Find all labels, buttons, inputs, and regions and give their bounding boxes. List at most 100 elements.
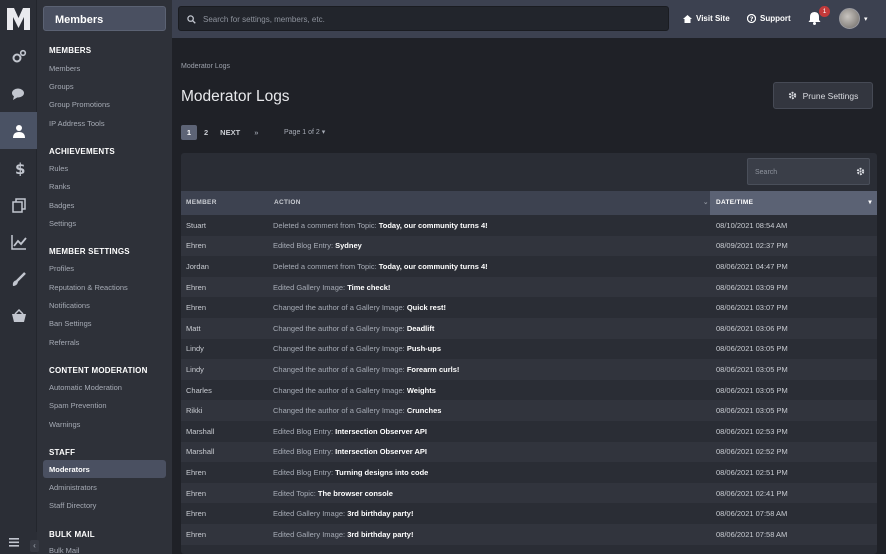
search-placeholder: Search for settings, members, etc. xyxy=(203,15,325,24)
table-row[interactable]: Jordan Deleted a comment from Topic: Toda… xyxy=(181,256,877,277)
column-action[interactable]: ACTION xyxy=(274,191,704,215)
row-action: Edited Blog Entry: Turning designs into … xyxy=(273,468,428,477)
row-member[interactable]: Ehren xyxy=(186,489,206,498)
support-link[interactable]: ? Support xyxy=(747,14,791,23)
table-row[interactable]: Matt Changed the author of a Gallery Imag… xyxy=(181,317,877,339)
sidebar-item-notifications[interactable]: Notifications xyxy=(49,301,90,310)
sidebar-item-referrals[interactable]: Referrals xyxy=(49,338,79,347)
row-member[interactable]: Ehren xyxy=(186,241,206,250)
row-member[interactable]: Lindy xyxy=(186,365,204,374)
dollar-icon[interactable]: $ xyxy=(0,149,37,186)
table-row[interactable]: Marshall Edited Blog Entry: Intersection … xyxy=(181,441,877,463)
table-row[interactable]: Charles Changed the author of a Gallery I… xyxy=(181,379,877,401)
sidebar-item-moderators[interactable]: Moderators xyxy=(43,460,166,478)
row-member[interactable]: Rikki xyxy=(186,406,202,415)
row-action-subject[interactable]: Time check! xyxy=(347,283,390,292)
sidebar-item-profiles[interactable]: Profiles xyxy=(49,264,74,273)
table-row[interactable]: Lindy Changed the author of a Gallery Ima… xyxy=(181,338,877,360)
table-row[interactable]: Marshall Edited Blog Entry: Intersection … xyxy=(181,420,877,442)
page-jump-dropdown[interactable]: Page 1 of 2 ▾ xyxy=(284,128,325,136)
row-action-subject[interactable]: The browser console xyxy=(318,489,393,498)
row-member[interactable]: Marshall xyxy=(186,447,214,456)
row-action-subject[interactable]: Crunches xyxy=(407,406,442,415)
row-member[interactable]: Ehren xyxy=(186,468,206,477)
row-member[interactable]: Lindy xyxy=(186,344,204,353)
sidebar-item-reputation[interactable]: Reputation & Reactions xyxy=(49,283,128,292)
page-2-button[interactable]: 2 xyxy=(204,128,208,137)
row-member[interactable]: Stuart xyxy=(186,221,206,230)
visit-site-link[interactable]: Visit Site xyxy=(683,14,730,23)
row-action-subject[interactable]: Today, our community turns 4! xyxy=(379,262,488,271)
settings-gears-icon[interactable] xyxy=(0,38,37,75)
prune-settings-button[interactable]: Prune Settings xyxy=(773,82,873,109)
sidebar-item-members[interactable]: Members xyxy=(49,64,80,73)
chat-icon[interactable] xyxy=(0,75,37,112)
table-row[interactable]: Rikki Changed the author of a Gallery Ima… xyxy=(181,400,877,421)
row-action-subject[interactable]: Push-ups xyxy=(407,344,441,353)
sidebar-item-rules[interactable]: Rules xyxy=(49,164,68,173)
chart-icon[interactable] xyxy=(0,223,37,260)
sidebar-item-automatic-moderation[interactable]: Automatic Moderation xyxy=(49,383,122,392)
table-row[interactable]: Lindy Changed the author of a Gallery Ima… xyxy=(181,359,877,380)
sidebar-item-warnings[interactable]: Warnings xyxy=(49,420,80,429)
sidebar-item-ranks[interactable]: Ranks xyxy=(49,182,70,191)
table-row[interactable]: Ehren Changed the author of a Gallery Ima… xyxy=(181,297,877,318)
copy-icon[interactable] xyxy=(0,186,37,223)
next-page-button[interactable]: NEXT xyxy=(220,128,240,137)
row-action: Changed the author of a Gallery Image: Q… xyxy=(273,303,446,312)
basket-icon[interactable] xyxy=(0,297,37,334)
table-row[interactable]: Ehren Edited Blog Entry: Sydney 08/09/2021… xyxy=(181,235,877,257)
row-action-subject[interactable]: Turning designs into code xyxy=(335,468,428,477)
table-row[interactable]: Ehren Edited Topic: The browser console 08… xyxy=(181,482,877,504)
logo-icon[interactable] xyxy=(7,8,30,30)
avatar[interactable] xyxy=(839,8,860,29)
table-row[interactable]: Ehren Edited Blog Entry: Turning designs … xyxy=(181,462,877,483)
sidebar-item-badges[interactable]: Badges xyxy=(49,201,74,210)
row-action-subject[interactable]: Intersection Observer API xyxy=(335,427,427,436)
row-action-subject[interactable]: Today, our community turns 4! xyxy=(379,221,488,230)
row-action-subject[interactable]: 3rd birthday party! xyxy=(347,530,413,539)
sidebar-item-administrators[interactable]: Administrators xyxy=(49,483,97,492)
chevron-down-icon[interactable]: ▾ xyxy=(864,15,868,23)
search-input[interactable]: Search for settings, members, etc. xyxy=(178,6,669,31)
row-action-subject[interactable]: Weights xyxy=(407,386,436,395)
breadcrumb[interactable]: Moderator Logs xyxy=(181,63,230,70)
sidebar-item-settings[interactable]: Settings xyxy=(49,219,76,228)
row-member[interactable]: Jordan xyxy=(186,262,209,271)
table-row[interactable]: Stuart Deleted a comment from Topic: Toda… xyxy=(181,215,877,236)
column-date-label: DATE/TIME xyxy=(716,199,754,206)
row-member[interactable]: Ehren xyxy=(186,509,206,518)
row-member[interactable]: Ehren xyxy=(186,530,206,539)
column-member[interactable]: MEMBER xyxy=(186,191,266,215)
brush-icon[interactable] xyxy=(0,260,37,297)
sidebar-item-ban-settings[interactable]: Ban Settings xyxy=(49,319,92,328)
row-action-subject[interactable]: Quick rest! xyxy=(407,303,446,312)
row-action-subject[interactable]: Forearm curls! xyxy=(407,365,460,374)
members-icon[interactable] xyxy=(0,112,37,149)
table-row[interactable]: Ehren Edited Gallery Image: Time check! 08… xyxy=(181,276,877,298)
row-member[interactable]: Ehren xyxy=(186,303,206,312)
collapse-sidebar-button[interactable]: ‹ xyxy=(30,540,39,552)
sidebar-item-spam-prevention[interactable]: Spam Prevention xyxy=(49,401,107,410)
log-rows: Stuart Deleted a comment from Topic: Toda… xyxy=(181,215,877,545)
row-member[interactable]: Ehren xyxy=(186,283,206,292)
row-action-subject[interactable]: Intersection Observer API xyxy=(335,447,427,456)
row-action-subject[interactable]: Sydney xyxy=(335,241,362,250)
sidebar-item-staff-directory[interactable]: Staff Directory xyxy=(49,501,96,510)
row-member[interactable]: Matt xyxy=(186,324,201,333)
last-page-button[interactable]: » xyxy=(254,128,258,137)
table-row[interactable]: Ehren Edited Gallery Image: 3rd birthday … xyxy=(181,503,877,524)
gear-icon[interactable] xyxy=(856,167,865,176)
sidebar-item-ip-address-tools[interactable]: IP Address Tools xyxy=(49,119,105,128)
row-member[interactable]: Charles xyxy=(186,386,212,395)
row-action-subject[interactable]: 3rd birthday party! xyxy=(347,509,413,518)
row-action-subject[interactable]: Deadlift xyxy=(407,324,435,333)
sidebar-item-groups[interactable]: Groups xyxy=(49,82,74,91)
sidebar-item-group-promotions[interactable]: Group Promotions xyxy=(49,100,110,109)
table-search-input[interactable]: Search xyxy=(747,158,870,185)
column-date[interactable]: DATE/TIME ▾ xyxy=(710,191,877,215)
sidebar-item-bulk-mail[interactable]: Bulk Mail xyxy=(49,546,79,554)
table-row[interactable]: Ehren Edited Gallery Image: 3rd birthday … xyxy=(181,523,877,545)
row-member[interactable]: Marshall xyxy=(186,427,214,436)
page-1-button[interactable]: 1 xyxy=(181,125,197,140)
